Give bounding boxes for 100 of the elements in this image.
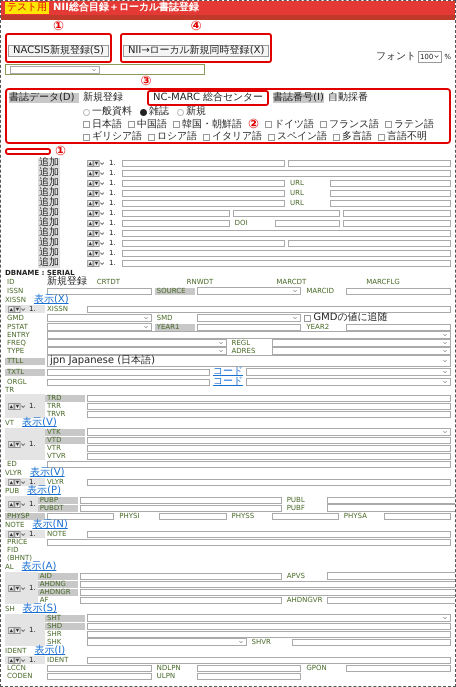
reorder-arrows-icon[interactable]: [86, 230, 106, 236]
code-link[interactable]: コード: [213, 377, 243, 387]
input-field[interactable]: [330, 200, 451, 206]
select-field[interactable]: [47, 331, 451, 339]
input-field[interactable]: [87, 306, 451, 312]
input-field[interactable]: [80, 596, 282, 604]
input-field[interactable]: [87, 622, 451, 630]
reorder-arrows-icon[interactable]: [86, 170, 106, 176]
checkbox[interactable]: [320, 121, 328, 128]
input-field[interactable]: [80, 588, 455, 596]
reorder-arrows-icon[interactable]: [86, 220, 106, 226]
select-field[interactable]: [47, 323, 152, 331]
reorder-arrows-icon[interactable]: [7, 402, 27, 410]
input-field[interactable]: [288, 160, 451, 166]
add-button[interactable]: 追加: [38, 238, 60, 248]
input-field[interactable]: [384, 512, 451, 520]
checkbox[interactable]: [128, 121, 135, 128]
input-field[interactable]: [122, 200, 285, 206]
reorder-arrows-icon[interactable]: [7, 656, 27, 664]
input-field[interactable]: [47, 512, 114, 520]
input-field[interactable]: [196, 324, 302, 330]
input-field[interactable]: [196, 672, 302, 680]
select-field[interactable]: [87, 638, 246, 646]
input-field[interactable]: [122, 160, 285, 166]
input-field[interactable]: [346, 288, 452, 294]
input-field[interactable]: [87, 402, 451, 410]
reorder-arrows-icon[interactable]: [86, 240, 106, 246]
input-field[interactable]: [288, 240, 451, 246]
input-field[interactable]: [87, 630, 451, 638]
input-field[interactable]: [87, 394, 451, 402]
select-field[interactable]: [47, 314, 152, 322]
input-field[interactable]: [122, 240, 285, 246]
input-field[interactable]: [47, 672, 152, 680]
checkbox[interactable]: [378, 134, 385, 140]
select-field[interactable]: [47, 347, 226, 355]
input-field[interactable]: [87, 530, 451, 538]
radio-button[interactable]: [177, 108, 184, 116]
input-field[interactable]: [330, 180, 451, 186]
input-field[interactable]: [87, 444, 451, 452]
input-field[interactable]: [80, 580, 455, 588]
checkbox[interactable]: [148, 134, 155, 140]
input-field[interactable]: [292, 638, 451, 646]
register-button[interactable]: NACSIS新規登録(S): [8, 45, 109, 57]
input-field[interactable]: [196, 664, 302, 672]
reorder-arrows-icon[interactable]: [7, 440, 27, 448]
input-field[interactable]: [272, 512, 339, 520]
input-field[interactable]: [346, 664, 452, 672]
reorder-arrows-icon[interactable]: [86, 200, 106, 206]
select-field[interactable]: [272, 339, 451, 347]
reorder-arrows-icon[interactable]: [86, 250, 106, 256]
input-field[interactable]: [80, 496, 282, 504]
register-button[interactable]: NII→ローカル新規同時登録(X): [122, 45, 270, 57]
reorder-arrows-icon[interactable]: [7, 626, 27, 634]
show-link[interactable]: 表示(P): [27, 486, 61, 496]
show-link[interactable]: 表示(S): [22, 604, 57, 614]
reorder-arrows-icon[interactable]: [7, 306, 27, 312]
input-field[interactable]: [122, 180, 285, 186]
input-field[interactable]: [80, 504, 282, 512]
input-field[interactable]: [87, 410, 451, 418]
reorder-arrows-icon[interactable]: [86, 160, 106, 166]
select-field[interactable]: [246, 378, 451, 386]
checkbox[interactable]: [203, 134, 210, 140]
input-field[interactable]: [122, 210, 230, 216]
show-link[interactable]: 表示(V): [30, 468, 65, 478]
input-field[interactable]: [87, 452, 451, 460]
select-field[interactable]: [47, 339, 226, 347]
input-field[interactable]: [47, 460, 451, 468]
select-field[interactable]: [87, 614, 451, 622]
code-link[interactable]: コード: [213, 367, 243, 377]
input-field[interactable]: [87, 436, 451, 444]
input-field[interactable]: [47, 378, 210, 386]
add-button[interactable]: 追加: [38, 218, 60, 228]
select-field[interactable]: [196, 287, 302, 295]
input-field[interactable]: [87, 656, 451, 664]
input-field[interactable]: [330, 190, 451, 196]
checkbox[interactable]: [333, 134, 340, 140]
input-field[interactable]: [47, 664, 152, 672]
show-link[interactable]: 表示(I): [34, 646, 66, 656]
reorder-arrows-icon[interactable]: [7, 530, 27, 538]
input-field[interactable]: [343, 210, 452, 216]
radio-button[interactable]: [83, 108, 90, 116]
checkbox[interactable]: [83, 134, 90, 140]
reorder-arrows-icon[interactable]: [7, 584, 27, 592]
add-button[interactable]: 追加: [38, 178, 60, 188]
show-link[interactable]: 表示(A): [22, 562, 56, 572]
input-field[interactable]: [122, 170, 451, 176]
input-field[interactable]: [122, 220, 230, 226]
select-field[interactable]: [272, 347, 451, 355]
input-field[interactable]: [47, 288, 152, 294]
input-field[interactable]: [122, 260, 451, 266]
add-button[interactable]: 追加: [38, 168, 60, 178]
show-link[interactable]: 表示(N): [32, 520, 68, 530]
select-field[interactable]: [87, 428, 451, 436]
add-button[interactable]: 追加: [38, 258, 60, 268]
input-field[interactable]: [47, 538, 451, 546]
add-button[interactable]: 追加: [38, 208, 60, 218]
input-field[interactable]: [122, 230, 451, 236]
add-button[interactable]: 追加: [38, 198, 60, 208]
reorder-arrows-icon[interactable]: [86, 190, 106, 196]
input-field[interactable]: [346, 324, 452, 330]
